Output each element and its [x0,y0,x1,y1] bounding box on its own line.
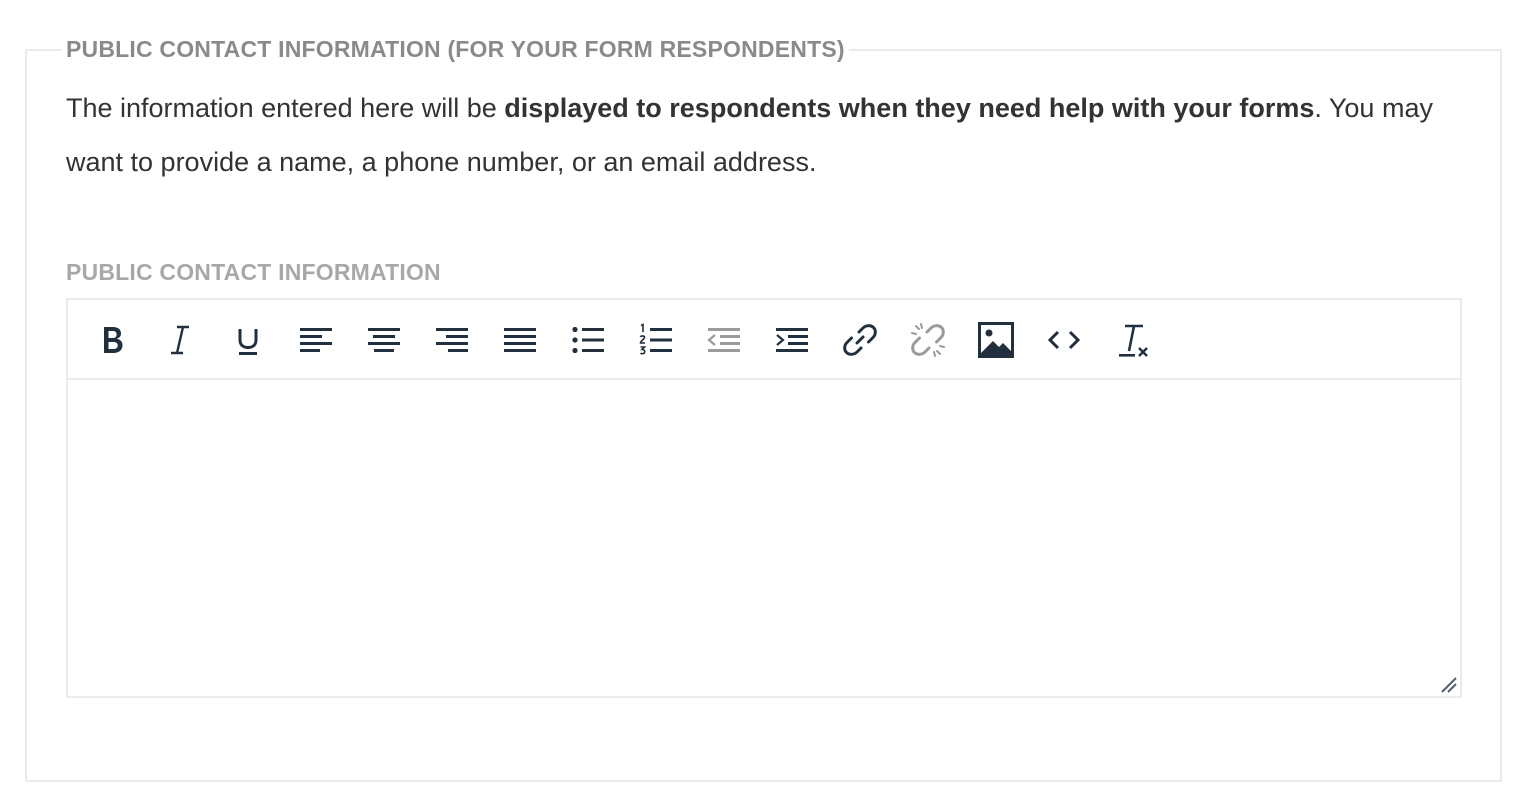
justify-button[interactable] [498,318,542,362]
numbered-list-button[interactable] [634,318,678,362]
description-bold: displayed to respondents when they need … [504,93,1315,123]
editor-content-area[interactable] [68,380,1460,696]
editor-toolbar [68,300,1460,380]
indent-icon [776,328,808,352]
align-center-button[interactable] [362,318,406,362]
description-prefix: The information entered here will be [66,93,505,123]
outdent-button[interactable] [702,318,746,362]
fieldset-legend: PUBLIC CONTACT INFORMATION (FOR YOUR FOR… [62,35,849,63]
italic-icon [171,325,189,355]
underline-icon [238,329,258,355]
bullet-list-icon [572,326,604,354]
bold-icon [104,327,123,353]
rich-text-editor [66,298,1462,698]
clear-formatting-button[interactable] [1110,318,1154,362]
resize-handle-icon[interactable] [1438,674,1458,694]
outdent-icon [707,328,740,352]
align-left-icon [300,328,332,352]
align-left-button[interactable] [294,318,338,362]
align-right-icon [436,328,468,352]
align-center-icon [368,328,400,352]
bold-button[interactable] [90,318,134,362]
clear-formatting-icon [1119,324,1148,357]
insert-image-button[interactable] [974,318,1018,362]
insert-link-button[interactable] [838,318,882,362]
section-description: The information entered here will be dis… [66,81,1466,189]
align-justify-icon [504,328,536,352]
underline-button[interactable] [226,318,270,362]
link-icon [843,324,877,356]
code-icon [1047,330,1081,350]
italic-button[interactable] [158,318,202,362]
numbered-list-icon [639,323,672,355]
unlink-icon [911,323,945,357]
bullet-list-button[interactable] [566,318,610,362]
indent-button[interactable] [770,318,814,362]
align-right-button[interactable] [430,318,474,362]
unlink-button[interactable] [906,318,950,362]
public-contact-field-label: PUBLIC CONTACT INFORMATION [66,259,441,285]
source-code-button[interactable] [1042,318,1086,362]
image-icon [978,322,1014,358]
